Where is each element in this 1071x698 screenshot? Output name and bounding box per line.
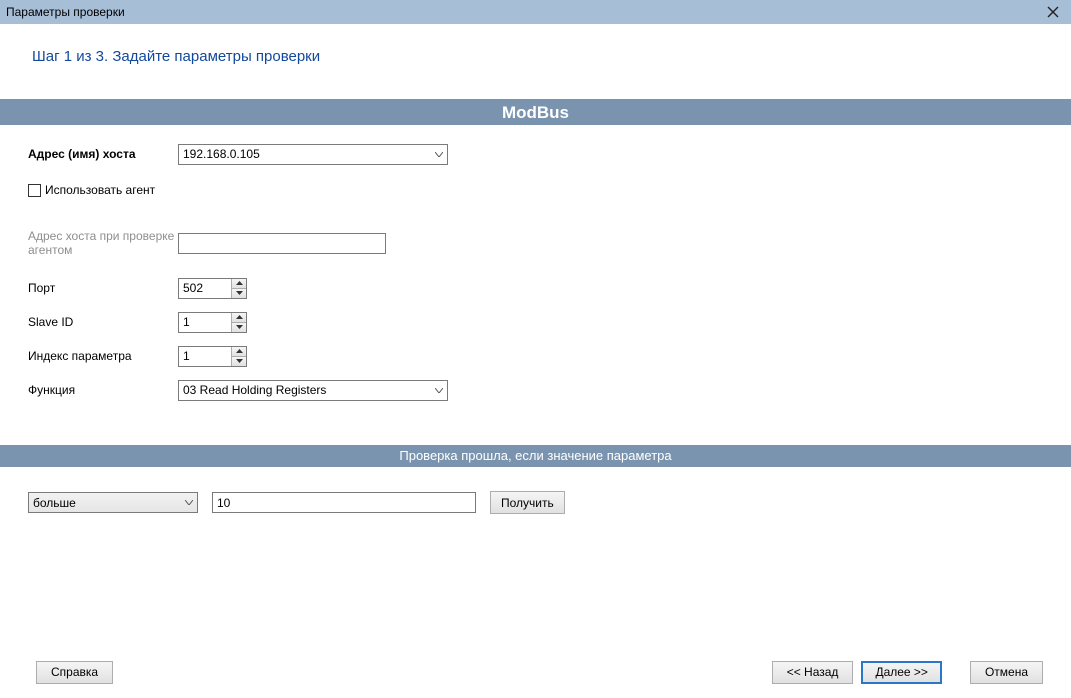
chevron-up-icon	[236, 315, 243, 319]
chevron-down-icon	[236, 359, 243, 363]
port-up[interactable]	[232, 279, 246, 289]
help-button[interactable]: Справка	[36, 661, 113, 684]
label-host: Адрес (имя) хоста	[28, 147, 178, 161]
label-param-index: Индекс параметра	[28, 349, 178, 363]
param-index-spinner[interactable]: 1	[178, 346, 247, 367]
host-value: 192.168.0.105	[183, 147, 260, 161]
slave-id-value: 1	[179, 313, 231, 332]
operator-combo[interactable]: больше	[28, 492, 198, 513]
param-index-value: 1	[179, 347, 231, 366]
label-agent-host: Адрес хоста при проверке агентом	[28, 229, 178, 257]
label-use-agent: Использовать агент	[45, 183, 155, 197]
cancel-button[interactable]: Отмена	[970, 661, 1043, 684]
footer: Справка << Назад Далее >> Отмена	[0, 646, 1071, 698]
section-header-condition: Проверка прошла, если значение параметра	[0, 445, 1071, 467]
next-button[interactable]: Далее >>	[861, 661, 942, 684]
idx-up[interactable]	[232, 347, 246, 357]
title-bar: Параметры проверки	[0, 0, 1071, 24]
agent-host-input[interactable]	[178, 233, 386, 254]
condition-row: больше Получить	[0, 467, 1071, 514]
port-down[interactable]	[232, 289, 246, 298]
close-button[interactable]	[1043, 2, 1063, 22]
slave-id-spinner[interactable]: 1	[178, 312, 247, 333]
label-port: Порт	[28, 281, 178, 295]
chevron-down-icon	[180, 493, 197, 512]
chevron-down-icon	[236, 325, 243, 329]
section-header-modbus: ModBus	[0, 99, 1071, 125]
threshold-input[interactable]	[212, 492, 476, 513]
label-function: Функция	[28, 383, 178, 397]
use-agent-checkbox[interactable]	[28, 184, 41, 197]
back-button[interactable]: << Назад	[772, 661, 854, 684]
port-spinner[interactable]: 502	[178, 278, 247, 299]
port-value: 502	[179, 279, 231, 298]
function-combo[interactable]: 03 Read Holding Registers	[178, 380, 448, 401]
host-combo[interactable]: 192.168.0.105	[178, 144, 448, 165]
content-area: ModBus Адрес (имя) хоста 192.168.0.105 И…	[0, 65, 1071, 646]
chevron-down-icon	[430, 145, 447, 164]
function-value: 03 Read Holding Registers	[183, 383, 326, 397]
step-heading: Шаг 1 из 3. Задайте параметры проверки	[0, 24, 1071, 65]
chevron-down-icon	[430, 381, 447, 400]
close-icon	[1047, 6, 1059, 18]
get-button[interactable]: Получить	[490, 491, 565, 514]
operator-value: больше	[33, 496, 76, 510]
slave-up[interactable]	[232, 313, 246, 323]
slave-down[interactable]	[232, 323, 246, 332]
idx-down[interactable]	[232, 357, 246, 366]
label-slave-id: Slave ID	[28, 315, 178, 329]
chevron-down-icon	[236, 291, 243, 295]
chevron-up-icon	[236, 281, 243, 285]
chevron-up-icon	[236, 349, 243, 353]
window-title: Параметры проверки	[6, 5, 125, 19]
modbus-form: Адрес (имя) хоста 192.168.0.105 Использо…	[0, 125, 1071, 401]
